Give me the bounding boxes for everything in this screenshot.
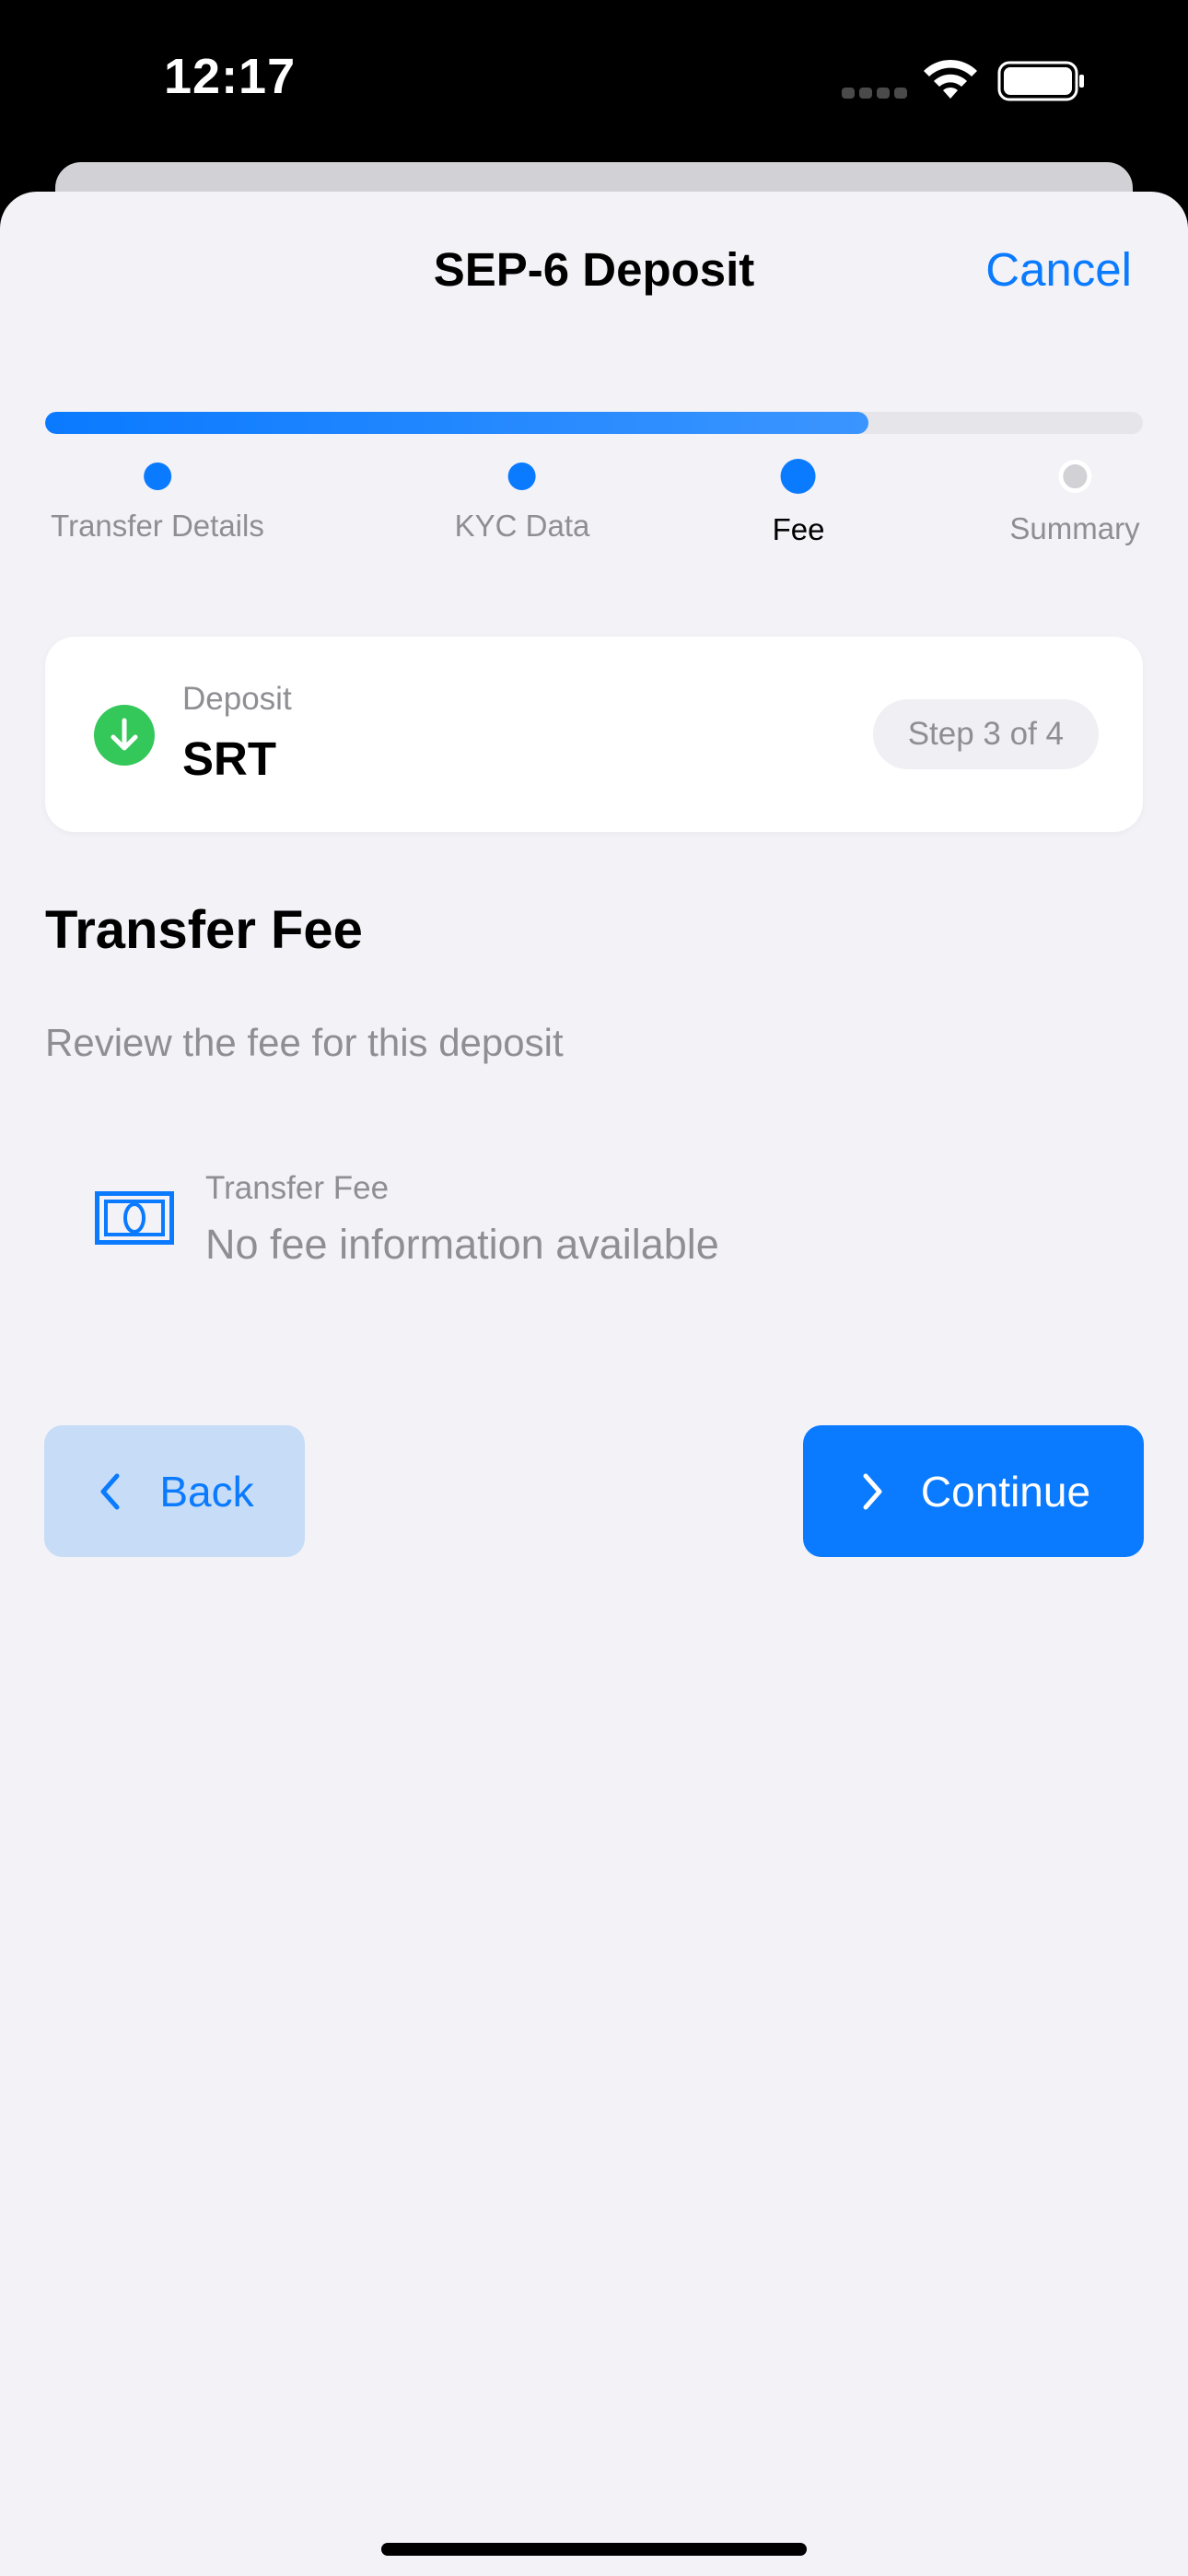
wifi-icon xyxy=(924,59,977,99)
chevron-right-icon xyxy=(863,1473,882,1509)
step-fee: Fee xyxy=(772,459,825,547)
step-dot-complete xyxy=(507,463,536,490)
step-dot-pending xyxy=(1058,460,1091,493)
status-bar: 12:17 xyxy=(0,0,1188,166)
step-label: Transfer Details xyxy=(51,509,264,543)
deposit-sheet xyxy=(0,192,1188,2576)
deposit-summary-card: Deposit SRT Step 3 of 4 xyxy=(45,637,1143,832)
progress-bar-fill xyxy=(45,412,868,434)
status-time: 12:17 xyxy=(164,49,297,104)
back-button-label: Back xyxy=(159,1467,254,1516)
banknote-icon xyxy=(95,1191,174,1245)
step-dot-current xyxy=(781,459,816,494)
continue-button-label: Continue xyxy=(920,1467,1091,1516)
step-label: Fee xyxy=(772,512,825,546)
chevron-left-icon xyxy=(100,1473,120,1509)
step-summary: Summary xyxy=(1009,460,1140,546)
arrow-down-circle-icon xyxy=(94,705,155,766)
continue-button[interactable]: Continue xyxy=(803,1425,1144,1557)
progress-bar xyxy=(45,412,1143,434)
step-badge: Step 3 of 4 xyxy=(872,699,1099,769)
section-subtitle: Review the fee for this deposit xyxy=(45,1021,564,1064)
step-transfer-details: Transfer Details xyxy=(51,463,264,544)
asset-code: SRT xyxy=(182,732,276,785)
step-dot-complete xyxy=(144,463,171,490)
step-label: KYC Data xyxy=(454,509,590,543)
fee-value: No fee information available xyxy=(205,1221,719,1268)
home-indicator xyxy=(381,2543,807,2556)
section-title: Transfer Fee xyxy=(45,900,363,960)
deposit-type-label: Deposit xyxy=(182,681,292,717)
signal-dots-icon xyxy=(842,88,907,99)
fee-label: Transfer Fee xyxy=(205,1170,390,1206)
back-button[interactable]: Back xyxy=(44,1425,305,1557)
step-label: Summary xyxy=(1009,511,1140,545)
step-kyc-data: KYC Data xyxy=(454,463,590,544)
cancel-button[interactable]: Cancel xyxy=(985,242,1132,297)
battery-icon xyxy=(997,61,1084,101)
